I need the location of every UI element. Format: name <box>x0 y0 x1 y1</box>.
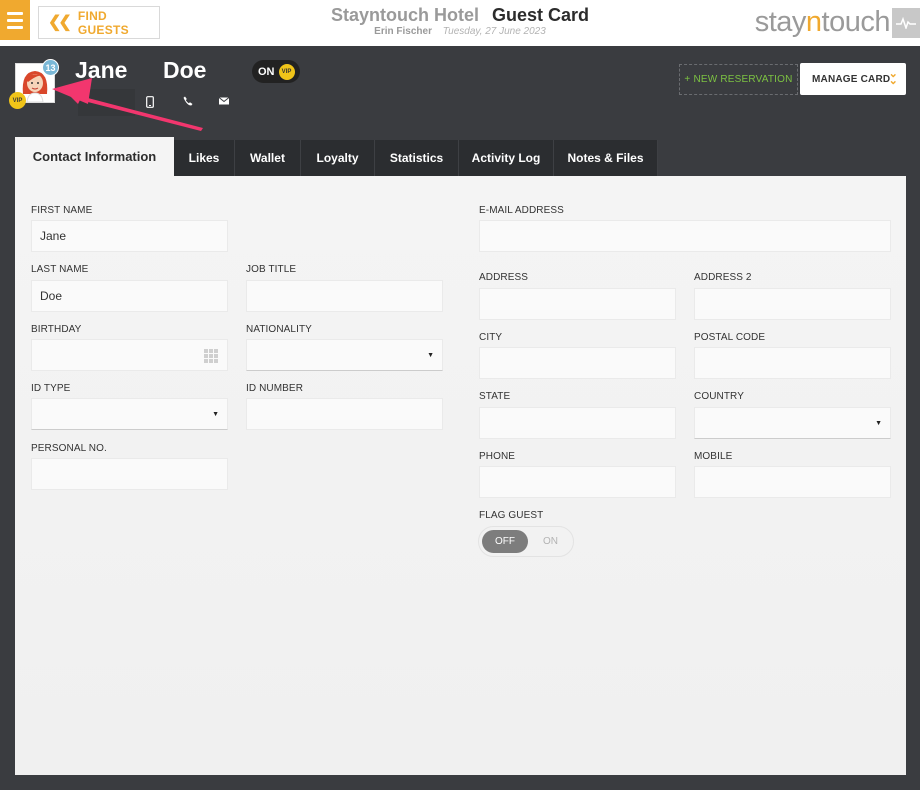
job-title-field[interactable] <box>246 280 443 312</box>
personal-no-field[interactable] <box>31 458 228 490</box>
manage-card-button[interactable]: MANAGE CARD ⌄ ⌄ <box>800 63 906 95</box>
city-field[interactable] <box>479 347 676 379</box>
tab-activity-log[interactable]: Activity Log <box>459 140 554 176</box>
caret-down-icon: ▼ <box>212 411 219 418</box>
nationality-label: NATIONALITY <box>246 324 312 335</box>
flag-guest-label: FLAG GUEST <box>479 510 544 521</box>
last-name-field[interactable]: Doe <box>31 280 228 312</box>
user-name: Erin Fischer <box>374 26 432 37</box>
first-name-label: FIRST NAME <box>31 205 93 216</box>
tab-likes[interactable]: Likes <box>174 140 235 176</box>
phone-label: PHONE <box>479 451 516 462</box>
postal-code-label: POSTAL CODE <box>694 332 766 343</box>
mobile-label: MOBILE <box>694 451 733 462</box>
tab-wallet[interactable]: Wallet <box>235 140 301 176</box>
business-date: Tuesday, 27 June 2023 <box>442 26 546 37</box>
guest-last-name: Doe <box>163 57 207 83</box>
country-label: COUNTRY <box>694 391 744 402</box>
birthday-field[interactable] <box>31 339 228 371</box>
job-title-label: JOB TITLE <box>246 264 297 275</box>
id-type-select[interactable]: ▼ <box>31 398 228 430</box>
calendar-grid-icon[interactable] <box>204 349 219 363</box>
mobile-field[interactable] <box>694 466 891 498</box>
personal-no-label: PERSONAL NO. <box>31 443 107 454</box>
city-label: CITY <box>479 332 503 343</box>
tab-notes-files[interactable]: Notes & Files <box>554 140 658 176</box>
id-type-label: ID TYPE <box>31 383 71 394</box>
hotel-name: Stayntouch Hotel <box>330 5 479 25</box>
birthday-label: BIRTHDAY <box>31 324 82 335</box>
address-field[interactable] <box>479 288 676 320</box>
first-name-field[interactable]: Jane <box>31 220 228 252</box>
id-number-field[interactable] <box>246 398 443 430</box>
state-label: STATE <box>479 391 511 402</box>
double-chevron-down-icon: ⌄ ⌄ <box>888 68 898 87</box>
phone-icon[interactable] <box>183 96 193 109</box>
caret-down-icon: ▼ <box>427 352 434 359</box>
address2-label: ADDRESS 2 <box>694 272 752 283</box>
tab-loyalty[interactable]: Loyalty <box>301 140 375 176</box>
vip-toggle-badge: VIP <box>278 63 295 80</box>
new-reservation-button[interactable]: + NEW RESERVATION <box>679 64 798 95</box>
tab-statistics[interactable]: Statistics <box>375 140 459 176</box>
postal-code-field[interactable] <box>694 347 891 379</box>
email-label: E-MAIL ADDRESS <box>479 205 564 216</box>
last-name-label: LAST NAME <box>31 264 89 275</box>
address-label: ADDRESS <box>479 272 529 283</box>
pulse-icon <box>896 17 916 29</box>
tab-contact-information[interactable]: Contact Information <box>15 137 174 176</box>
email-field[interactable] <box>479 220 891 252</box>
top-bar: ❮❮ FIND GUESTS Stayntouch Hotel Guest Ca… <box>0 0 920 46</box>
caret-down-icon: ▼ <box>875 420 882 427</box>
vip-toggle[interactable]: ON VIP <box>252 60 300 83</box>
guest-card-tabs: Contact Information Likes Wallet Loyalty… <box>15 137 658 176</box>
flag-off-option[interactable]: OFF <box>482 530 528 553</box>
address2-field[interactable] <box>694 288 891 320</box>
nationality-select[interactable]: ▼ <box>246 339 443 371</box>
country-select[interactable]: ▼ <box>694 407 891 439</box>
id-number-label: ID NUMBER <box>246 383 304 394</box>
phone-field[interactable] <box>479 466 676 498</box>
stayntouch-logo: stayntouch <box>754 6 891 38</box>
flag-on-option[interactable]: ON <box>543 536 558 547</box>
stay-count-badge: 13 <box>42 59 59 76</box>
guest-first-name: Jane <box>75 57 128 83</box>
flag-guest-toggle[interactable]: OFF ON <box>478 526 574 557</box>
vip-badge: VIP <box>9 92 26 109</box>
pulse-button[interactable] <box>892 8 920 38</box>
state-field[interactable] <box>479 407 676 439</box>
contact-strip <box>78 89 135 116</box>
manage-card-label: MANAGE CARD <box>812 73 891 85</box>
mobile-icon[interactable] <box>146 96 154 111</box>
email-icon[interactable] <box>218 96 230 108</box>
page-title-text: Guest Card <box>492 5 590 25</box>
vip-toggle-label: ON <box>258 65 275 78</box>
